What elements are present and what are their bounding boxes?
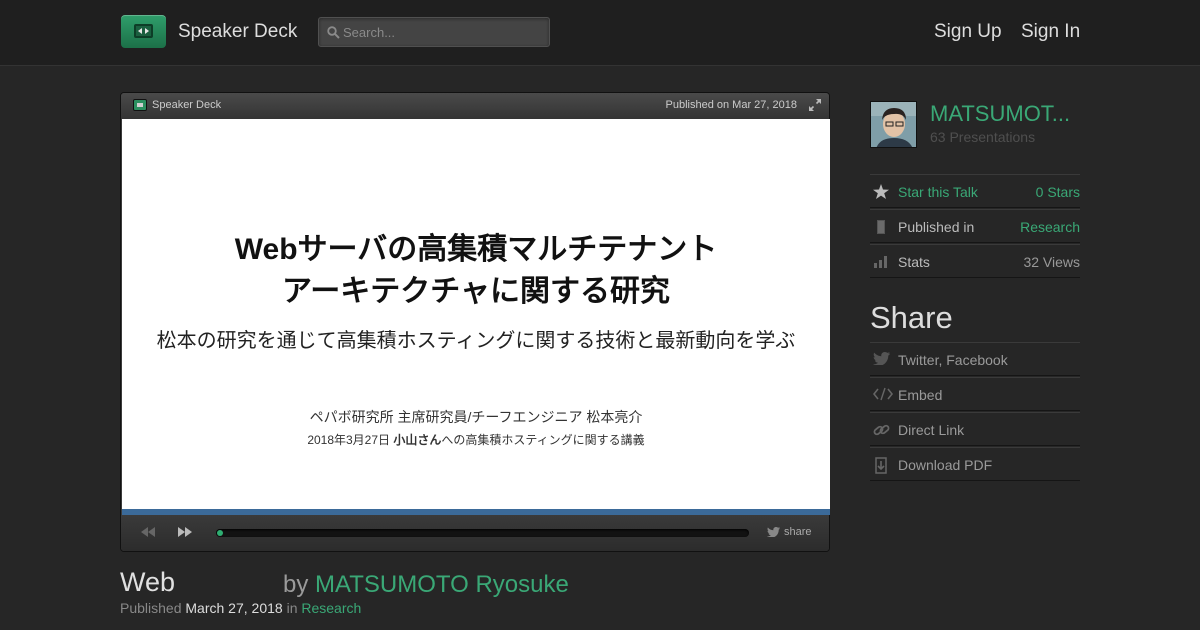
progress-bar[interactable] <box>216 529 749 537</box>
player-controls: share <box>121 515 829 551</box>
sign-in-link[interactable]: Sign In <box>1021 21 1080 43</box>
share-heading: Share <box>870 300 953 335</box>
slide-note: 2018年3月27日 小山さんへの高集積ホスティングに関する講義 <box>307 433 645 447</box>
current-slide[interactable]: Webサーバの高集積マルチテナント アーキテクチャに関する研究 松本の研究を通じ… <box>122 119 830 509</box>
share-download-pdf[interactable]: Download PDF <box>870 447 1080 481</box>
share-item-label[interactable]: Download PDF <box>898 457 992 473</box>
stars-count: 0 Stars <box>1035 184 1080 200</box>
views-count: 32 Views <box>1023 254 1080 270</box>
player-brand[interactable]: Speaker Deck <box>152 99 221 111</box>
share-embed[interactable]: Embed <box>870 377 1080 411</box>
talk-meta: Published March 27, 2018 in Research <box>120 600 362 616</box>
talk-title: Web <box>120 567 176 597</box>
avatar[interactable] <box>870 101 917 148</box>
slide-player: Speaker Deck Published on Mar 27, 2018 W… <box>120 92 830 552</box>
player-published-date: Published on Mar 27, 2018 <box>665 99 797 111</box>
share-twitter-facebook[interactable]: Twitter, Facebook <box>870 342 1080 376</box>
talk-byline: by MATSUMOTO Ryosuke <box>283 571 569 598</box>
code-icon <box>873 387 893 401</box>
fast-forward-icon[interactable] <box>178 527 192 537</box>
slide-author: ペパボ研究所 主席研究員/チーフエンジニア 松本亮介 <box>309 409 643 425</box>
share-item-label[interactable]: Twitter, Facebook <box>898 352 1008 368</box>
twitter-bird-icon <box>767 527 780 538</box>
twitter-bird-icon <box>873 352 890 365</box>
slide-title: Webサーバの高集積マルチテナント アーキテクチャに関する研究 <box>234 233 718 308</box>
progress-fill <box>217 530 223 536</box>
brand-name[interactable]: Speaker Deck <box>178 21 297 43</box>
sign-up-link[interactable]: Sign Up <box>934 21 1002 43</box>
star-icon <box>873 184 889 199</box>
player-share-button[interactable]: share <box>767 526 812 538</box>
download-icon <box>875 457 887 474</box>
sidebar-author-name[interactable]: MATSUMOT... <box>930 101 1070 127</box>
top-navigation-bar: Speaker Deck Sign Up Sign In <box>0 0 1200 66</box>
search-box[interactable] <box>318 17 550 47</box>
player-header: Speaker Deck Published on Mar 27, 2018 <box>121 93 829 119</box>
talk-category-link[interactable]: Research <box>301 600 361 616</box>
talk-date: March 27, 2018 <box>185 600 283 616</box>
bar-chart-icon <box>874 256 887 268</box>
share-item-label[interactable]: Embed <box>898 387 942 403</box>
search-icon <box>327 26 340 39</box>
speaker-deck-logo-icon[interactable] <box>121 15 166 48</box>
share-item-label[interactable]: Direct Link <box>898 422 964 438</box>
link-icon <box>873 424 890 436</box>
presentations-count: 63 Presentations <box>930 129 1036 145</box>
rewind-icon[interactable] <box>141 527 155 537</box>
stats-label: Stats <box>898 254 930 270</box>
published-in-row: Published in Research <box>870 209 1080 243</box>
share-direct-link[interactable]: Direct Link <box>870 412 1080 446</box>
expand-icon[interactable] <box>808 98 822 112</box>
star-talk-row[interactable]: Star this Talk 0 Stars <box>870 174 1080 208</box>
stats-row: Stats 32 Views <box>870 244 1080 278</box>
talk-author-link[interactable]: MATSUMOTO Ryosuke <box>315 571 569 598</box>
category-link[interactable]: Research <box>1020 219 1080 235</box>
bookmark-icon <box>877 220 885 234</box>
speaker-deck-mini-logo-icon[interactable] <box>133 99 147 111</box>
published-in-label: Published in <box>898 219 975 235</box>
search-input[interactable] <box>343 22 543 42</box>
slide-subtitle: 松本の研究を通じて高集積ホスティングに関する技術と最新動向を学ぶ <box>156 330 796 352</box>
star-talk-label[interactable]: Star this Talk <box>898 184 978 200</box>
